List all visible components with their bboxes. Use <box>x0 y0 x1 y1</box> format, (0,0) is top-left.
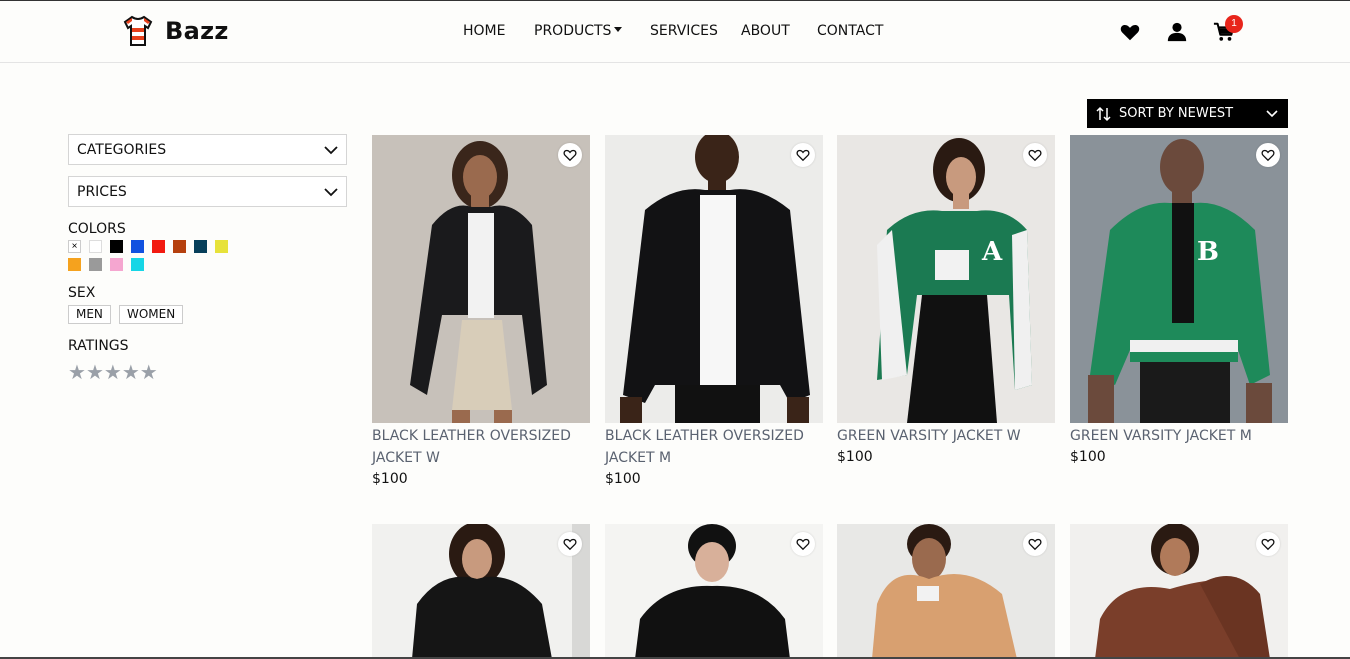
wishlist-button[interactable] <box>1256 532 1280 556</box>
ratings-heading: RATINGS <box>68 338 129 354</box>
color-swatch[interactable] <box>89 258 102 271</box>
site-header: Bazz HOME PRODUCTS SERVICES ABOUT CONTAC… <box>0 1 1350 63</box>
color-swatch[interactable] <box>173 240 186 253</box>
chevron-down-icon <box>1266 110 1278 118</box>
wishlist-button[interactable] <box>1023 143 1047 167</box>
sex-men-button[interactable]: MEN <box>68 305 111 324</box>
heart-icon[interactable] <box>1119 21 1141 43</box>
nav-services[interactable]: SERVICES <box>650 23 718 39</box>
rating-stars: ★★★★★ <box>68 360 158 385</box>
heart-outline-icon <box>1028 538 1042 551</box>
chevron-down-icon <box>324 188 338 197</box>
color-swatch[interactable] <box>131 240 144 253</box>
star-icon[interactable]: ★ <box>140 362 158 384</box>
color-swatch[interactable] <box>110 258 123 271</box>
sort-arrows-icon <box>1096 106 1111 121</box>
caret-down-icon <box>614 27 623 32</box>
color-swatch[interactable] <box>194 240 207 253</box>
svg-text:B: B <box>1197 237 1219 267</box>
sort-dropdown[interactable]: SORT BY NEWEST <box>1087 99 1288 128</box>
heart-outline-icon <box>563 538 577 551</box>
heart-outline-icon <box>1261 149 1275 162</box>
heart-outline-icon <box>796 538 810 551</box>
prices-filter[interactable]: PRICES <box>68 176 347 207</box>
product-price: $100 <box>605 471 641 487</box>
product-name[interactable]: GREEN VARSITY JACKET M <box>1070 425 1288 447</box>
wishlist-button[interactable] <box>791 143 815 167</box>
colors-heading: COLORS <box>68 221 126 237</box>
product-image[interactable] <box>372 135 590 423</box>
wishlist-button[interactable] <box>791 532 815 556</box>
cart-count-badge: 1 <box>1225 15 1243 33</box>
color-clear-swatch[interactable]: × <box>68 240 81 253</box>
svg-text:A: A <box>981 237 1003 267</box>
user-icon[interactable] <box>1166 21 1188 43</box>
star-icon[interactable]: ★ <box>122 362 140 384</box>
heart-outline-icon <box>1261 538 1275 551</box>
color-swatch[interactable] <box>152 240 165 253</box>
sort-label: SORT BY NEWEST <box>1119 106 1234 121</box>
product-name[interactable]: BLACK LEATHER OVERSIZED JACKET M <box>605 425 823 469</box>
wishlist-button[interactable] <box>1023 532 1047 556</box>
product-image[interactable]: A <box>837 135 1055 423</box>
wishlist-button[interactable] <box>1256 143 1280 167</box>
wishlist-button[interactable] <box>558 532 582 556</box>
product-name[interactable]: GREEN VARSITY JACKET W <box>837 425 1055 447</box>
nav-home[interactable]: HOME <box>463 23 505 39</box>
heart-outline-icon <box>563 149 577 162</box>
star-icon[interactable]: ★ <box>104 362 122 384</box>
wishlist-button[interactable] <box>558 143 582 167</box>
star-icon[interactable]: ★ <box>86 362 104 384</box>
nav-about[interactable]: ABOUT <box>741 23 790 39</box>
star-icon[interactable]: ★ <box>68 362 86 384</box>
product-name[interactable]: BLACK LEATHER OVERSIZED JACKET W <box>372 425 590 469</box>
product-price: $100 <box>1070 449 1106 465</box>
color-swatch[interactable] <box>89 240 102 253</box>
main-nav: HOME PRODUCTS SERVICES ABOUT CONTACT <box>0 23 1350 43</box>
sex-women-button[interactable]: WOMEN <box>119 305 184 324</box>
product-image[interactable]: B <box>1070 135 1288 423</box>
nav-products-label: PRODUCTS <box>534 23 612 39</box>
nav-products[interactable]: PRODUCTS <box>534 23 623 39</box>
heart-outline-icon <box>796 149 810 162</box>
nav-contact[interactable]: CONTACT <box>817 23 883 39</box>
chevron-down-icon <box>324 146 338 155</box>
categories-filter[interactable]: CATEGORIES <box>68 134 347 165</box>
categories-label: CATEGORIES <box>77 142 167 158</box>
color-swatch[interactable] <box>110 240 123 253</box>
color-swatch[interactable] <box>68 258 81 271</box>
product-image[interactable] <box>605 135 823 423</box>
product-price: $100 <box>837 449 873 465</box>
heart-outline-icon <box>1028 149 1042 162</box>
prices-label: PRICES <box>77 184 127 200</box>
color-swatch[interactable] <box>131 258 144 271</box>
sex-heading: SEX <box>68 285 96 301</box>
product-price: $100 <box>372 471 408 487</box>
color-swatch[interactable] <box>215 240 228 253</box>
